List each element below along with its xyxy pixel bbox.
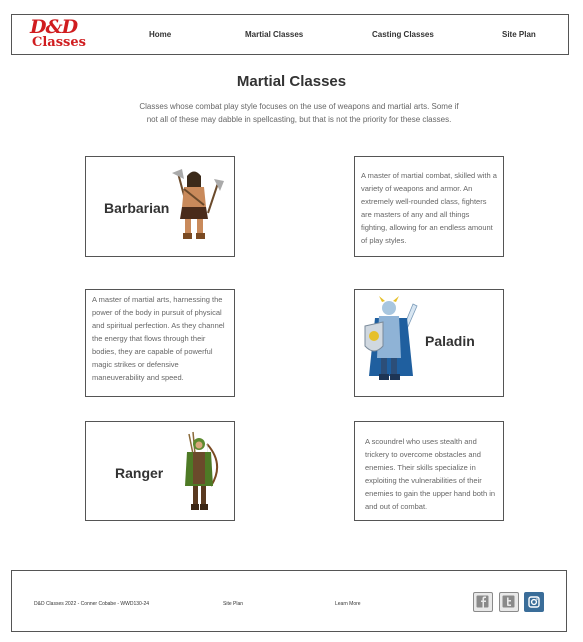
footer-copyright: D&D Classes 2022 - Conner Cobabe - WWD13…: [34, 601, 150, 607]
barbarian-name: Barbarian: [104, 200, 170, 216]
nav-home-link[interactable]: Home: [149, 30, 171, 39]
nav-site-plan-link[interactable]: Site Plan: [502, 30, 536, 39]
logo-classes-text: Classes: [32, 35, 86, 50]
monk-description: A master of martial arts, harnessing the…: [92, 295, 225, 382]
site-footer: D&D Classes 2022 - Conner Cobabe - WWD13…: [11, 570, 567, 632]
dnd-classes-logo[interactable]: D&D Classes: [30, 16, 92, 52]
nav-casting-classes-link[interactable]: Casting Classes: [372, 30, 434, 39]
twitter-icon[interactable]: [499, 592, 519, 612]
ranger-description: A scoundrel who uses stealth and tricker…: [365, 437, 496, 511]
page-intro: Classes whose combat play style focuses …: [139, 102, 459, 124]
barbarian-description-card: A master of martial combat, skilled with…: [354, 156, 504, 257]
page-title: Martial Classes: [236, 73, 347, 90]
barbarian-illustration: [172, 169, 224, 239]
ranger-description-card: A scoundrel who uses stealth and tricker…: [354, 421, 504, 521]
site-header: D&D Classes Home Martial Classes Casting…: [11, 14, 569, 55]
barbarian-card[interactable]: Barbarian: [85, 156, 235, 257]
paladin-illustration: [364, 296, 418, 380]
instagram-icon[interactable]: [524, 592, 544, 612]
nav-martial-classes-link[interactable]: Martial Classes: [245, 30, 303, 39]
paladin-card[interactable]: Paladin: [354, 289, 504, 397]
facebook-icon[interactable]: [473, 592, 493, 612]
ranger-name: Ranger: [115, 465, 164, 481]
footer-learn-more-link[interactable]: Learn More: [335, 601, 361, 607]
paladin-name: Paladin: [425, 333, 475, 349]
ranger-illustration: [185, 431, 218, 510]
footer-site-plan-link[interactable]: Site Plan: [223, 601, 243, 607]
barbarian-description: A master of martial combat, skilled with…: [361, 171, 497, 245]
monk-description-card: A master of martial arts, harnessing the…: [85, 289, 235, 397]
ranger-card[interactable]: Ranger: [85, 421, 235, 521]
